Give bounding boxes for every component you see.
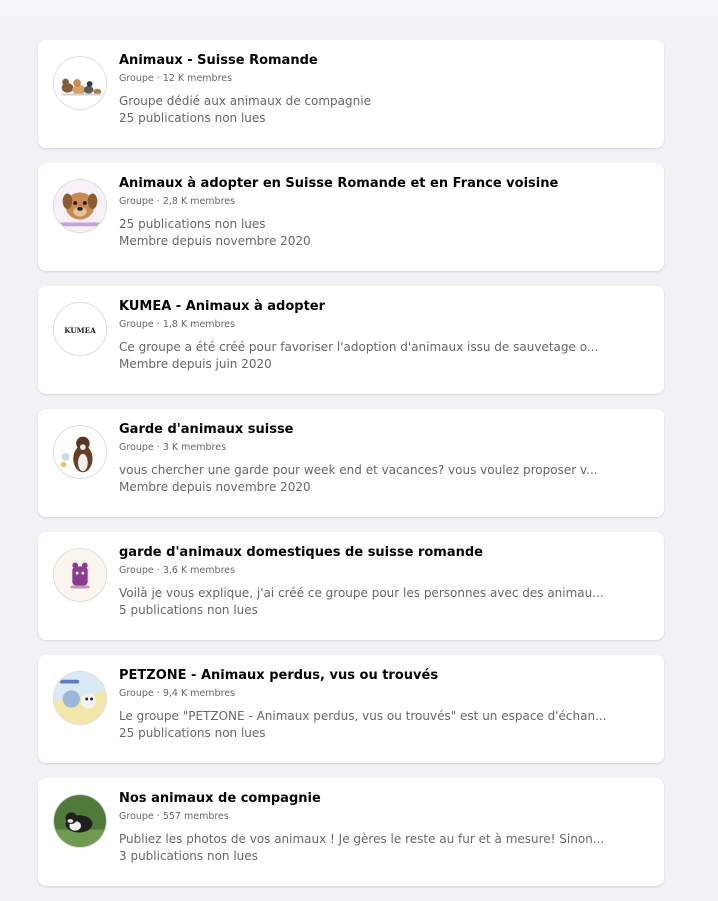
group-card[interactable]: KUMEA KUMEA - Animaux à adopter Groupe ·… [38,286,664,394]
group-name[interactable]: Garde d'animaux suisse [119,421,649,439]
group-meta: Groupe · 9,4 K membres [119,688,236,699]
dog-avatar[interactable] [53,179,107,233]
pet-illustration-icon [54,549,106,601]
group-description: 25 publications non lues [119,217,266,231]
group-description: Groupe dédié aux animaux de compagnie [119,94,371,108]
group-name[interactable]: PETZONE - Animaux perdus, vus ou trouvés [119,667,649,685]
group-status: Membre depuis juin 2020 [119,357,272,371]
group-status: 25 publications non lues [119,111,266,125]
pet-illustration-avatar[interactable] [53,548,107,602]
group-card[interactable]: Nos animaux de compagnie Groupe · 557 me… [38,778,664,886]
group-meta: Groupe · 1,8 K membres [119,319,236,330]
dog-photo-icon [54,795,106,847]
group-description: vous chercher une garde pour week end et… [119,463,598,477]
group-meta: Groupe · 3,6 K membres [119,565,236,576]
group-meta: Groupe · 557 membres [119,811,229,822]
group-description: Ce groupe a été créé pour favoriser l'ad… [119,340,599,354]
top-strip [0,0,718,16]
kumea-logo-avatar[interactable]: KUMEA [53,302,107,356]
group-description: Le groupe "PETZONE - Animaux perdus, vus… [119,709,607,723]
group-meta: Groupe · 2,8 K membres [119,196,236,207]
group-name[interactable]: garde d'animaux domestiques de suisse ro… [119,544,649,562]
group-name[interactable]: Animaux - Suisse Romande [119,52,649,70]
group-card[interactable]: PETZONE - Animaux perdus, vus ou trouvés… [38,655,664,763]
group-status: Membre depuis novembre 2020 [119,234,311,248]
group-meta: Groupe · 3 K membres [119,442,227,453]
group-card[interactable]: garde d'animaux domestiques de suisse ro… [38,532,664,640]
group-card[interactable]: Animaux - Suisse Romande Groupe · 12 K m… [38,40,664,148]
group-status: Membre depuis novembre 2020 [119,480,311,494]
group-status: 5 publications non lues [119,603,258,617]
group-status: 25 publications non lues [119,726,266,740]
pets-icon [54,57,106,109]
kumea-logo-text: KUMEA [64,326,96,335]
petzone-icon [54,672,106,724]
group-card[interactable]: Animaux à adopter en Suisse Romande et e… [38,163,664,271]
group-status: 3 publications non lues [119,849,258,863]
kumea-logo-icon: KUMEA [54,303,106,355]
group-description: Publiez les photos de vos animaux ! Je g… [119,832,605,846]
group-name[interactable]: Animaux à adopter en Suisse Romande et e… [119,175,649,193]
petzone-avatar[interactable] [53,671,107,725]
group-description: Voilà je vous explique, j'ai créé ce gro… [119,586,604,600]
dog-icon [54,180,106,232]
dog-photo-avatar[interactable] [53,794,107,848]
group-card[interactable]: Garde d'animaux suisse Groupe · 3 K memb… [38,409,664,517]
dog-avatar[interactable] [53,425,107,479]
group-name[interactable]: KUMEA - Animaux à adopter [119,298,649,316]
dog-icon [54,426,106,478]
pets-group-avatar[interactable] [53,56,107,110]
group-name[interactable]: Nos animaux de compagnie [119,790,649,808]
group-meta: Groupe · 12 K membres [119,73,233,84]
group-list: Animaux - Suisse Romande Groupe · 12 K m… [38,40,664,901]
